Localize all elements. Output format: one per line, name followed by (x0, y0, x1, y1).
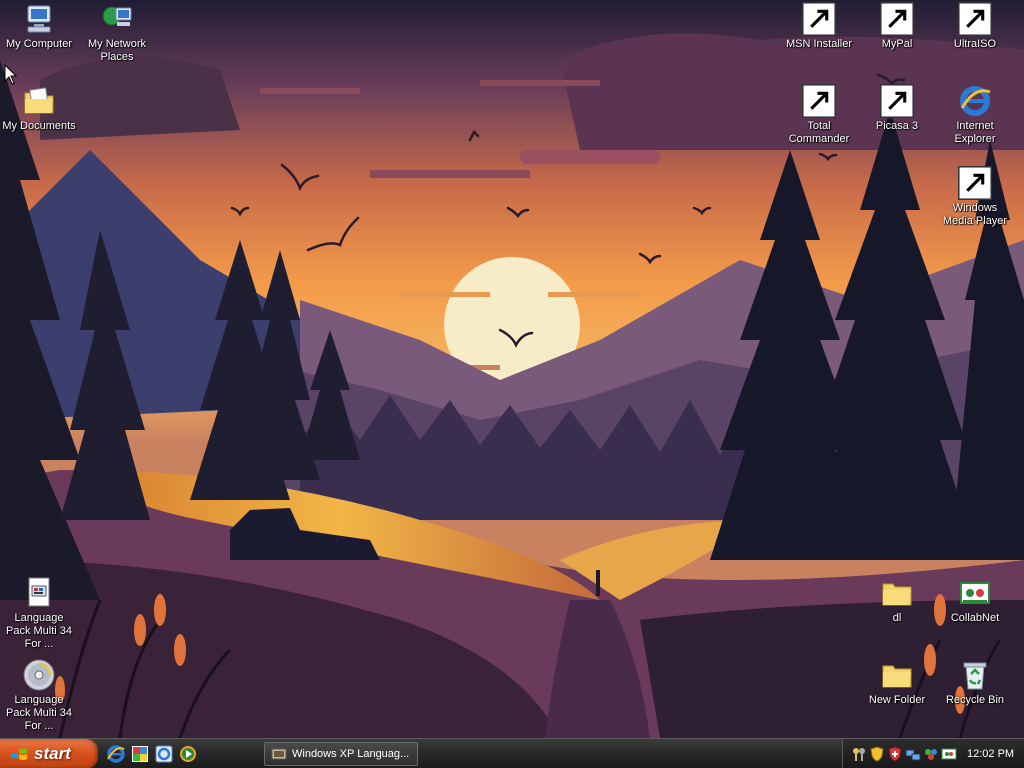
windows-logo-icon (11, 747, 27, 760)
installer-window-icon (271, 748, 287, 760)
shortcut-arrow-icon (880, 84, 914, 118)
icon-label: New Folder (868, 694, 926, 706)
start-label: start (34, 744, 71, 763)
desktop-icon-picasa[interactable]: Picasa 3 (858, 84, 936, 133)
icon-label: My Documents (2, 120, 76, 132)
keys-icon[interactable] (851, 746, 867, 762)
internet-explorer-icon (958, 84, 992, 118)
shortcut-arrow-icon (802, 84, 836, 118)
icon-label: Total Commander (788, 120, 850, 145)
disc-icon (958, 2, 992, 36)
shortcut-arrow-icon (958, 2, 992, 36)
internet-explorer-icon[interactable] (106, 744, 126, 764)
desktop-icon-language-pack-2[interactable]: Language Pack Multi 34 For ... (0, 658, 78, 733)
shortcut-arrow-icon (958, 166, 992, 200)
system-tray: 12:02 PM (842, 739, 1024, 768)
icon-label: Language Pack Multi 34 For ... (5, 694, 73, 732)
desktop-icon-my-computer[interactable]: My Computer (0, 2, 78, 51)
icon-label: My Computer (5, 38, 73, 50)
msn-butterfly-icon (802, 2, 836, 36)
collabnet-icon[interactable] (941, 746, 957, 762)
cd-disc-icon (22, 658, 56, 692)
floppy-disk-icon (802, 84, 836, 118)
icon-label: MSN Installer (785, 38, 853, 50)
icon-label: Recycle Bin (945, 694, 1005, 706)
icon-label: Windows Media Player (942, 202, 1008, 227)
quick-launch-bar (106, 744, 198, 764)
desktop-icon-new-folder[interactable]: New Folder (858, 658, 936, 707)
media-player-icon[interactable] (178, 744, 198, 764)
icon-label: My Network Places (87, 38, 147, 63)
computer-icon (22, 2, 56, 36)
desktop: My Computer My Network Places My Documen… (0, 0, 1024, 738)
picasa-pinwheel-icon (880, 84, 914, 118)
desktop-icon-my-network-places[interactable]: My Network Places (78, 2, 156, 64)
raccoon-icon (880, 2, 914, 36)
icon-label: UltraISO (953, 38, 997, 50)
taskbar-window-button[interactable]: Windows XP Languag... (264, 742, 418, 766)
desktop-icon-internet-explorer[interactable]: Internet Explorer (936, 84, 1014, 146)
desktop-icon-total-commander[interactable]: Total Commander (780, 84, 858, 146)
desktop-icon-windows-media-player[interactable]: Windows Media Player (936, 166, 1014, 228)
desktop-icon-my-documents[interactable]: My Documents (0, 84, 78, 133)
installer-document-icon (22, 576, 56, 610)
desktop-icon-collabnet[interactable]: CollabNet (936, 576, 1014, 625)
network-icon[interactable] (905, 746, 921, 762)
folder-icon (880, 576, 914, 610)
icon-label: CollabNet (950, 612, 1000, 624)
taskbar: start Windows XP Languag... 12:02 PM (0, 738, 1024, 768)
folder-icon (880, 658, 914, 692)
shortcut-arrow-icon (880, 2, 914, 36)
desktop-icon-mypal[interactable]: MyPal (858, 2, 936, 51)
picasa-icon[interactable] (130, 744, 150, 764)
desktop-icon-recycle-bin[interactable]: Recycle Bin (936, 658, 1014, 707)
ie-alt-icon[interactable] (154, 744, 174, 764)
icon-label: Internet Explorer (954, 120, 996, 145)
mouse-cursor-icon (4, 64, 18, 85)
security-shield-icon[interactable] (869, 746, 885, 762)
desktop-icon-msn-installer[interactable]: MSN Installer (780, 2, 858, 51)
icon-label: Language Pack Multi 34 For ... (5, 612, 73, 650)
media-player-icon (958, 166, 992, 200)
collabnet-icon (958, 576, 992, 610)
start-button[interactable]: start (0, 739, 98, 768)
icon-label: MyPal (881, 38, 913, 50)
shortcut-arrow-icon (802, 2, 836, 36)
desktop-icon-ultraiso[interactable]: UltraISO (936, 2, 1014, 51)
documents-folder-icon (22, 84, 56, 118)
network-alt-icon[interactable] (923, 746, 939, 762)
desktop-icon-language-pack-1[interactable]: Language Pack Multi 34 For ... (0, 576, 78, 651)
antivirus-icon[interactable] (887, 746, 903, 762)
icon-label: dl (892, 612, 902, 624)
taskbar-window-label: Windows XP Languag... (292, 748, 410, 760)
network-globe-icon (100, 2, 134, 36)
clock[interactable]: 12:02 PM (967, 748, 1014, 760)
desktop-icon-dl-folder[interactable]: dl (858, 576, 936, 625)
icon-label: Picasa 3 (875, 120, 919, 132)
recycle-bin-icon (958, 658, 992, 692)
